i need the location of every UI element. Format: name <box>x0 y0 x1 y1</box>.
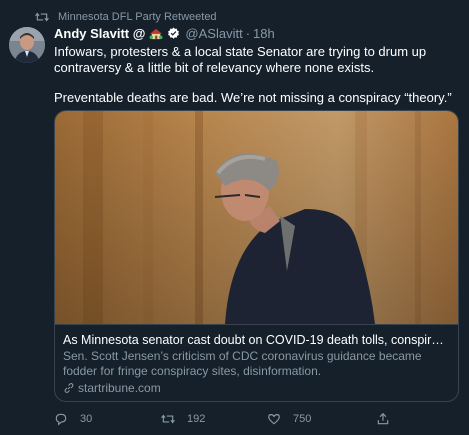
author-handle[interactable]: @ASlavitt <box>185 26 242 41</box>
tweet-timestamp[interactable]: 18h <box>253 26 275 41</box>
like-button[interactable]: 750 <box>267 412 311 426</box>
card-title: As Minnesota senator cast doubt on COVID… <box>63 333 450 347</box>
avatar-image <box>9 27 45 63</box>
tweet-text: Infowars, protesters & a local state Sen… <box>54 44 459 106</box>
retweet-icon <box>35 12 49 22</box>
retweet-button[interactable]: 192 <box>161 412 205 426</box>
separator-dot: · <box>245 25 251 41</box>
verified-icon <box>168 27 180 39</box>
retweet-banner-text: Minnesota DFL Party Retweeted <box>58 11 217 23</box>
tweet-actions: 30 192 750 <box>54 412 459 430</box>
tweet-header: Andy Slavitt @ @ASlavitt · 18h <box>54 25 275 41</box>
reply-button[interactable]: 30 <box>54 412 92 426</box>
tweet-paragraph-2: Preventable deaths are bad. We’re not mi… <box>54 90 452 105</box>
retweet-icon <box>161 414 175 424</box>
author-name[interactable]: Andy Slavitt @ <box>54 26 145 41</box>
tweet-paragraph-1: Infowars, protesters & a local state Sen… <box>54 44 427 75</box>
avatar[interactable] <box>9 27 45 63</box>
reply-icon <box>55 413 67 426</box>
house-with-garden-icon <box>149 28 163 39</box>
card-description: Sen. Scott Jensen’s criticism of CDC cor… <box>63 349 422 378</box>
retweet-banner[interactable]: Minnesota DFL Party Retweeted <box>35 9 217 25</box>
share-button[interactable] <box>376 412 390 426</box>
reply-count: 30 <box>80 413 93 425</box>
card-domain-text: startribune.com <box>78 381 161 395</box>
link-card[interactable]: As Minnesota senator cast doubt on COVID… <box>54 110 459 402</box>
share-icon <box>377 412 389 425</box>
card-domain: startribune.com <box>63 381 450 395</box>
card-image <box>55 111 458 324</box>
like-count: 750 <box>293 413 312 425</box>
link-icon <box>64 383 74 393</box>
heart-icon <box>268 414 280 425</box>
card-body: As Minnesota senator cast doubt on COVID… <box>55 324 458 401</box>
retweet-count: 192 <box>187 413 206 425</box>
